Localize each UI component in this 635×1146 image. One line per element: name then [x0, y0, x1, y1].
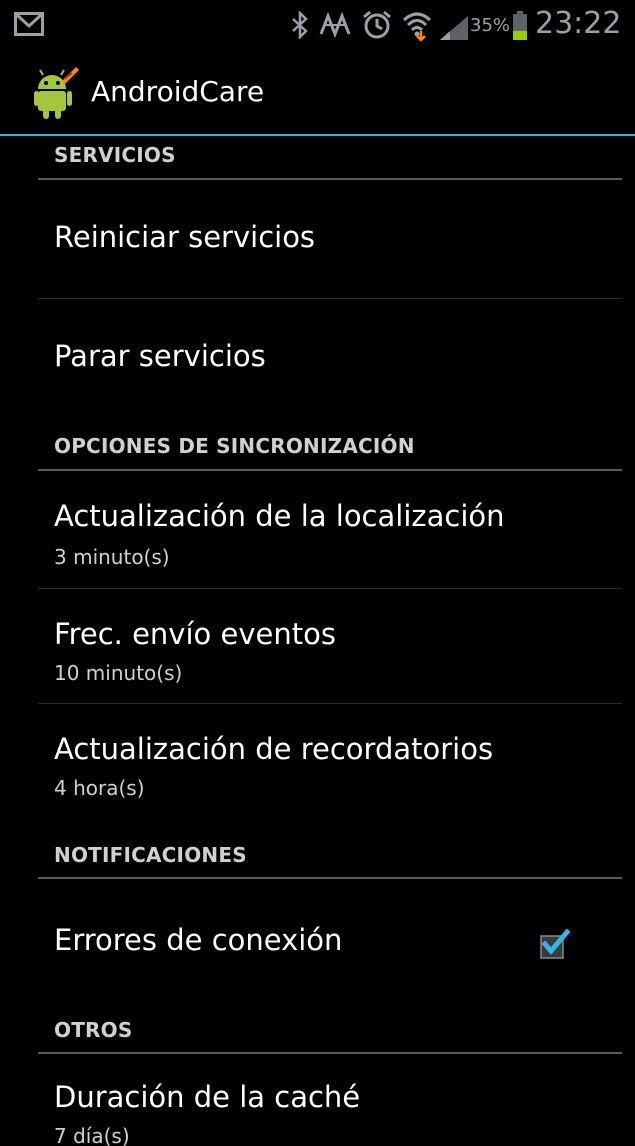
wifi-icon: [402, 12, 432, 42]
pref-title: Actualización de recordatorios: [54, 732, 494, 766]
app-title: AndroidCare: [91, 75, 265, 108]
gmail-icon: [14, 12, 44, 36]
pref-summary: 3 minuto(s): [54, 545, 170, 569]
pref-reiniciar-servicios[interactable]: Reiniciar servicios: [0, 180, 635, 298]
pref-errores-conexion[interactable]: Errores de conexión: [0, 879, 635, 995]
pref-title: Parar servicios: [54, 339, 266, 373]
pref-summary: 4 hora(s): [54, 776, 145, 800]
checkbox-errores-conexion[interactable]: [540, 929, 570, 959]
android-robot-icon: [34, 67, 79, 119]
preferences-list[interactable]: SERVICIOS Reiniciar servicios Parar serv…: [0, 136, 635, 1146]
category-servicios: SERVICIOS: [54, 143, 176, 167]
status-bar: 35% 23:22: [0, 0, 635, 50]
bluetooth-icon: [292, 11, 308, 39]
pref-title: Errores de conexión: [54, 923, 343, 957]
pref-summary: 10 minuto(s): [54, 661, 183, 685]
category-notificaciones: NOTIFICACIONES: [54, 843, 247, 867]
pref-parar-servicios[interactable]: Parar servicios: [0, 299, 635, 417]
clock: 23:22: [535, 6, 622, 41]
action-bar: AndroidCare: [0, 50, 635, 136]
pref-actualizacion-recordatorios[interactable]: Actualización de recordatorios 4 hora(s): [0, 704, 635, 824]
category-otros: OTROS: [54, 1018, 133, 1042]
category-sincronizacion: OPCIONES DE SINCRONIZACIÓN: [54, 434, 415, 458]
battery-percent: 35%: [470, 15, 511, 36]
nfc-icon: [319, 12, 351, 38]
pref-duracion-cache[interactable]: Duración de la caché 7 día(s): [0, 1054, 635, 1146]
signal-icon: [440, 16, 468, 40]
pref-title: Actualización de la localización: [54, 499, 505, 533]
pref-title: Frec. envío eventos: [54, 617, 336, 651]
pref-summary: 7 día(s): [54, 1124, 130, 1146]
battery-icon: [513, 11, 527, 40]
pref-actualizacion-localizacion[interactable]: Actualización de la localización 3 minut…: [0, 471, 635, 588]
pref-title: Reiniciar servicios: [54, 220, 316, 254]
pref-title: Duración de la caché: [54, 1080, 361, 1114]
pref-frecuencia-envio-eventos[interactable]: Frec. envío eventos 10 minuto(s): [0, 589, 635, 703]
alarm-icon: [363, 10, 391, 39]
